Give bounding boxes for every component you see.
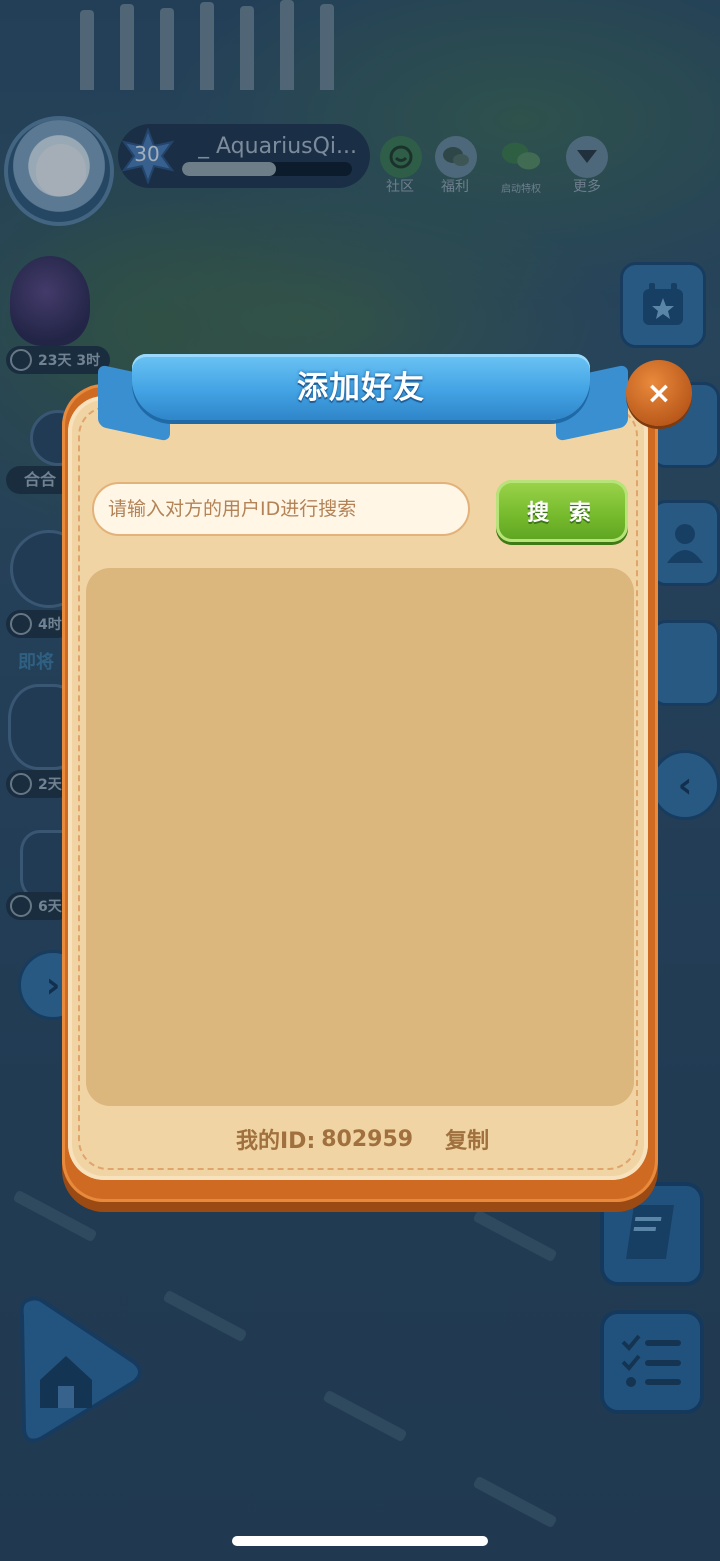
copy-id-button[interactable]: 复制 — [445, 1123, 489, 1155]
my-id-value: 802959 — [321, 1126, 414, 1152]
user-id-search-input[interactable] — [92, 482, 470, 536]
search-button[interactable]: 搜 索 — [496, 480, 628, 542]
home-indicator[interactable] — [232, 1536, 488, 1546]
dialog-title: 添加好友 — [297, 370, 425, 406]
search-results-panel — [86, 568, 634, 1106]
my-id-row: 我的ID: 802959 复制 — [236, 1122, 489, 1156]
close-icon: × — [646, 375, 672, 411]
my-id-label: 我的ID: — [236, 1129, 316, 1154]
close-button[interactable]: × — [626, 360, 692, 426]
